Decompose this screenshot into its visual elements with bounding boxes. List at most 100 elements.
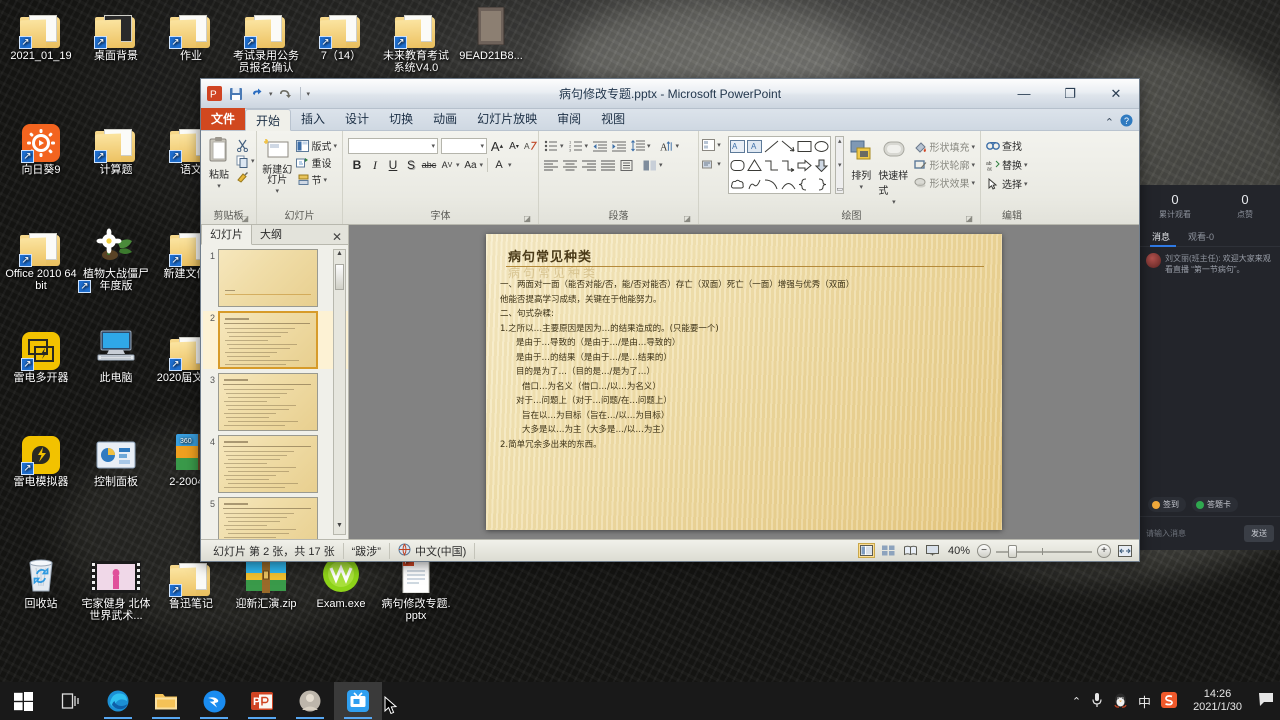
shape-effects-button[interactable]: 形状效果 ▾ (913, 175, 975, 190)
decrease-font-size-icon[interactable]: A ▾ (507, 139, 521, 153)
align-right-icon[interactable] (582, 158, 596, 172)
thumbnail-scroll-thumb[interactable] (335, 264, 344, 290)
desktop-icon-7[interactable]: ↗ 向日葵9 (4, 118, 78, 176)
status-bar-right[interactable]: 40% − + (857, 543, 1135, 558)
slide-thumbnail-list[interactable]: ▲ ▼ 1 2 3 4 5 (201, 245, 348, 539)
slide-title[interactable]: 病句常见种类 (508, 246, 592, 265)
ribbon-tab-0[interactable]: 文件 (201, 108, 246, 130)
text-direction-button[interactable]: A ▾ (660, 139, 679, 153)
zoom-level-label[interactable]: 40% (946, 545, 972, 557)
arrange-button[interactable]: 排列 ▾ (848, 136, 874, 191)
theme-name-status[interactable]: “跋涉” (344, 542, 390, 559)
thumbnail-image[interactable] (218, 435, 318, 493)
thumbnail-image[interactable] (218, 373, 318, 431)
close-thumbnail-pane-icon[interactable]: ✕ (326, 230, 348, 244)
shapes-gallery-scrollbar[interactable]: ▴ ▾ ▭ (835, 136, 845, 194)
chat-input-row[interactable]: 请输入消息 发送 (1140, 516, 1280, 550)
minimize-ribbon-icon[interactable]: ⌃ (1105, 116, 1114, 129)
task-view-button[interactable] (46, 682, 94, 720)
file-explorer-button[interactable] (142, 682, 190, 720)
thumbnail-scroll-up-icon[interactable]: ▲ (334, 250, 345, 262)
undo-dropdown-icon[interactable]: ▾ (269, 90, 273, 98)
start-button[interactable] (0, 682, 46, 720)
paragraph-dialog-launcher[interactable]: ◪ (683, 214, 691, 223)
tab-outline[interactable]: 大纲 (252, 224, 290, 244)
ribbon[interactable]: 粘贴 ▾ ▾ 剪贴板 ◪ 新建幻灯片 ▾ 版式 ▾ 重设 节 ▾ 幻灯片 ▾ ▾… (201, 131, 1139, 225)
desktop-icon-11[interactable]: ↗ 植物大战僵尸年度版 (78, 222, 153, 293)
qq-icon[interactable] (1113, 692, 1128, 711)
zoom-slider[interactable] (996, 544, 1092, 558)
align-text-button[interactable]: ▾ (701, 157, 721, 171)
live-action-buttons[interactable]: 签到 答题卡 (1140, 493, 1280, 516)
new-slide-button[interactable]: 新建幻灯片 ▾ (262, 135, 292, 195)
chat-message-list[interactable]: 刘文丽(班主任): 欢迎大家来观看直播 “第一节病句”。 (1140, 247, 1280, 493)
desktop-icon-1[interactable]: ↗ 桌面背景 (79, 4, 153, 62)
ribbon-tab-2[interactable]: 插入 (291, 108, 335, 130)
distribute-icon[interactable] (620, 158, 634, 172)
gallery-scroll-down-icon[interactable]: ▾ (838, 161, 842, 169)
thumbnail-image[interactable] (218, 497, 318, 539)
character-spacing-button[interactable]: A V ▾ (440, 158, 460, 172)
show-hidden-icons-button[interactable]: ⌃ (1072, 695, 1081, 708)
quick-styles-button[interactable]: 快速样式 ▾ (878, 136, 909, 206)
desktop-icon-3[interactable]: ↗ 考试录用公务员报名确认 (229, 4, 303, 74)
new-slide-dropdown-icon[interactable]: ▾ (275, 187, 279, 195)
slide-editing-area[interactable]: 病句常见种类 病句常见种类 一、两面对一面（能否对能/否，能/否对能否）存亡（双… (349, 225, 1139, 539)
desktop-icon-10[interactable]: ↗ Office 2010 64bit (4, 222, 78, 292)
live-panel-tabs[interactable]: 消息 观看-0 (1140, 227, 1280, 247)
convert-to-smartart-button[interactable]: ▾ (701, 138, 721, 152)
zoom-out-button[interactable]: − (977, 543, 991, 558)
desktop-icon-24[interactable]: P 病句修改专题.pptx (379, 552, 453, 622)
slide-thumbnail-pane[interactable]: 幻灯片 大纲 ✕ ▲ ▼ 1 2 3 4 5 (201, 223, 349, 539)
italic-button[interactable]: I (368, 158, 382, 172)
reading-view-icon[interactable] (902, 543, 919, 558)
slide-thumbnail-2[interactable]: 2 (203, 311, 348, 369)
clock[interactable]: 14:26 2021/1/30 (1187, 688, 1248, 714)
edge-button[interactable] (94, 682, 142, 720)
save-icon[interactable] (227, 85, 244, 102)
slideshow-icon[interactable] (924, 543, 941, 558)
font-name-combo[interactable]: ▾ (348, 138, 438, 154)
bold-button[interactable]: B (350, 158, 364, 172)
desktop-icon-13[interactable]: ↗ 雷电多开器 (4, 326, 78, 384)
slide-sorter-icon[interactable] (880, 543, 897, 558)
strikethrough-button[interactable]: abc (422, 158, 437, 172)
undo-icon[interactable] (248, 85, 265, 102)
thumbnail-image[interactable] (218, 311, 318, 369)
find-button[interactable]: 查找 (986, 138, 1022, 153)
ribbon-tab-strip[interactable]: 文件 开始 插入 设计 切换 动画 幻灯片放映 审阅 视图 ⌃ ? (201, 108, 1139, 131)
ribbon-tab-1[interactable]: 开始 (245, 109, 292, 131)
section-button[interactable]: 节 ▾ (295, 172, 337, 187)
ribbon-right-controls[interactable]: ⌃ ? (1105, 114, 1139, 130)
slide-body-text[interactable]: 一、两面对一面（能否对能/否，能/否对能否）存亡（双面）死亡（一面）增强与优秀（… (500, 278, 992, 452)
change-case-button[interactable]: Aa ▾ (464, 158, 483, 172)
live-tab-0[interactable]: 消息 (1152, 230, 1170, 243)
gallery-more-icon[interactable]: ▭ (836, 185, 843, 193)
ribbon-tab-4[interactable]: 切换 (379, 108, 423, 130)
replace-button[interactable]: ab ac 替换 ▾ (986, 157, 1028, 172)
font-color-button[interactable]: A ▾ (492, 158, 511, 172)
desktop-icon-5[interactable]: ↗ 未来教育考试系统V4.0 (379, 4, 453, 74)
ppt-status-bar[interactable]: 幻灯片 第 2 张，共 17 张 “跋涉” 中文(中国) 40% − + (201, 539, 1139, 561)
zoom-in-button[interactable]: + (1097, 543, 1111, 558)
drawing-dialog-launcher[interactable]: ◪ (965, 214, 973, 223)
ribbon-tab-3[interactable]: 设计 (335, 108, 379, 130)
ribbon-tab-8[interactable]: 视图 (591, 108, 635, 130)
dingtalk-button[interactable] (190, 682, 238, 720)
ribbon-tab-7[interactable]: 审阅 (547, 108, 591, 130)
quick-access-toolbar[interactable]: P ▾ ▾ (201, 85, 310, 102)
desktop-icon-20[interactable]: 宅家健身 北体世界武术... (79, 552, 153, 622)
select-button[interactable]: 选择 ▾ (986, 176, 1028, 191)
desktop-icon-17[interactable]: 控制面板 (79, 430, 153, 488)
layout-button[interactable]: 版式 ▾ (295, 138, 337, 153)
line-spacing-button[interactable]: ▾ (631, 139, 651, 153)
paste-dropdown-icon[interactable]: ▾ (217, 182, 221, 190)
ppt-title-bar[interactable]: P ▾ ▾ 病句修改专题.pptx - Microsoft PowerPoint… (201, 79, 1139, 109)
align-left-icon[interactable] (544, 158, 558, 172)
system-tray[interactable]: ⌃ 中 14:26 2021/1/30 (1072, 688, 1280, 714)
normal-view-icon[interactable] (857, 543, 875, 558)
shape-fill-button[interactable]: 形状填充 ▾ (913, 139, 975, 154)
live-button-0[interactable]: 签到 (1148, 497, 1186, 512)
thumbnail-scroll-down-icon[interactable]: ▼ (334, 522, 345, 534)
numbering-button[interactable]: 1 2 3 ▾ (569, 139, 589, 153)
